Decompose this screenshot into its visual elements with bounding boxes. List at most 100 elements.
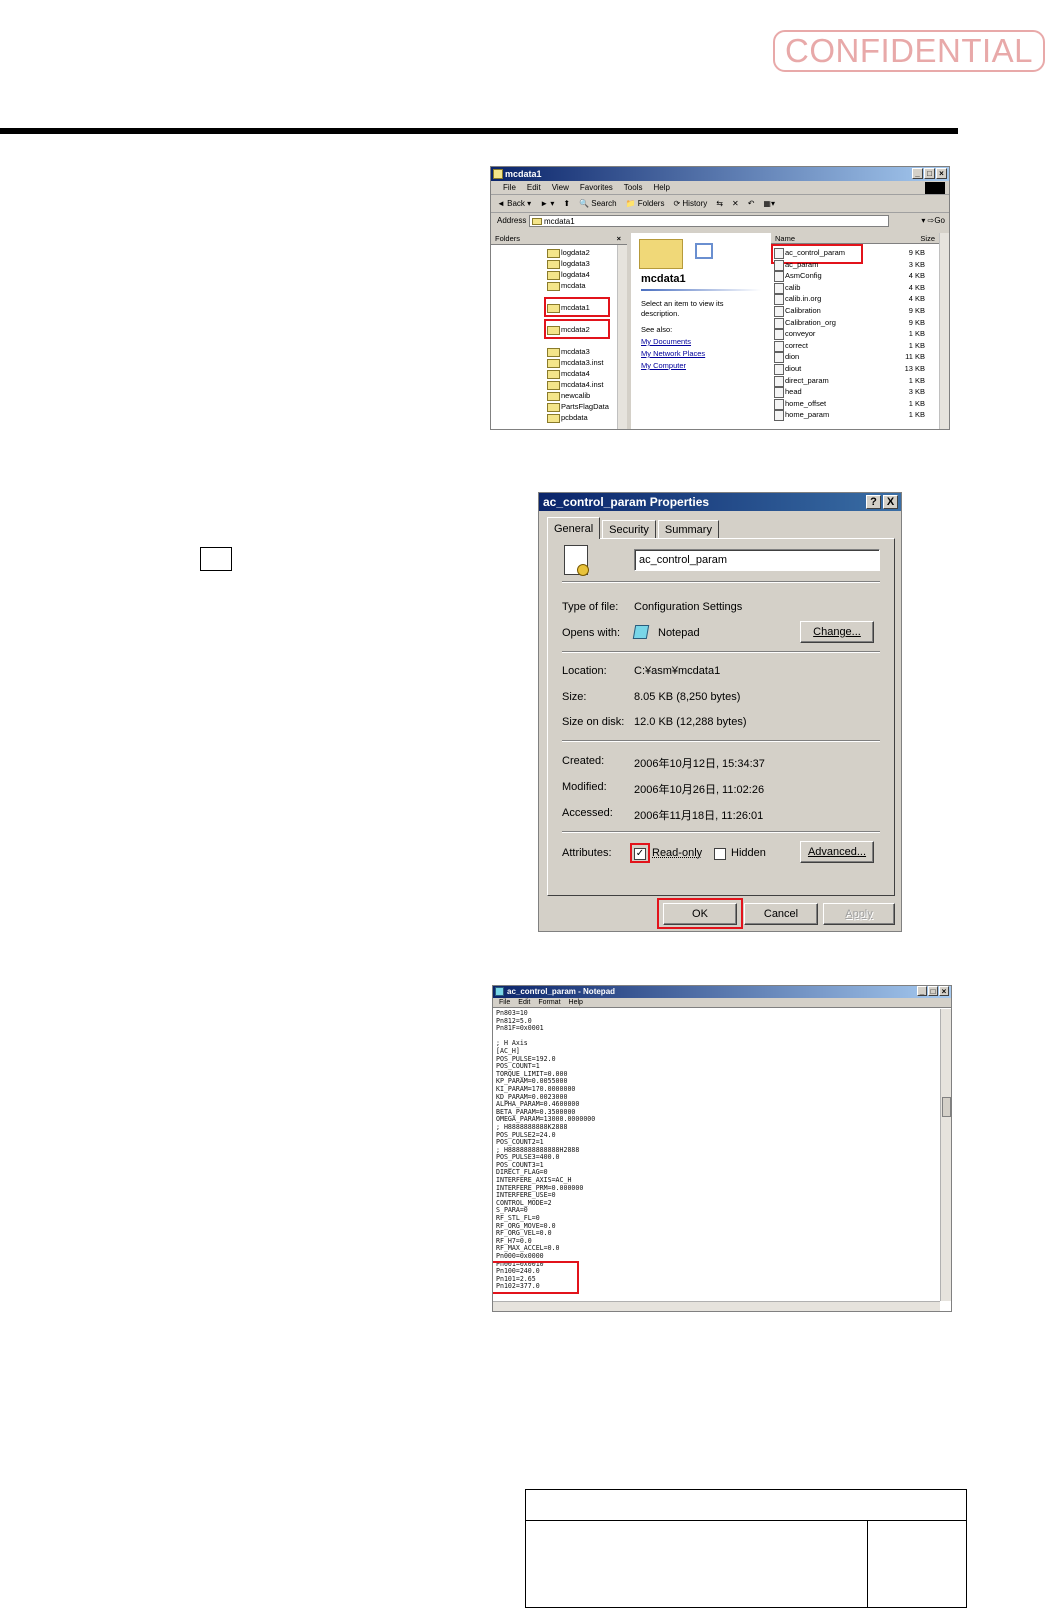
file-row[interactable]: direct_param 1 KB: [773, 375, 925, 387]
close-button[interactable]: ×: [939, 986, 949, 996]
file-size: 3 KB: [908, 387, 925, 397]
close-pane-icon[interactable]: ×: [617, 233, 621, 245]
file-row[interactable]: dion 11 KB: [773, 351, 925, 364]
file-row[interactable]: calib.in.org 4 KB: [773, 293, 925, 306]
menu-edit[interactable]: Edit: [527, 181, 541, 194]
menu-file[interactable]: File: [503, 181, 516, 194]
menu-favorites[interactable]: Favorites: [580, 181, 613, 194]
tree-item[interactable]: mcdata3.inst: [545, 357, 604, 368]
cancel-button[interactable]: Cancel: [744, 903, 818, 925]
search-button[interactable]: 🔍 Search: [579, 195, 617, 212]
folders-label: Folders: [637, 199, 665, 208]
tab-summary[interactable]: Summary: [657, 520, 719, 538]
separator: [562, 651, 880, 653]
apply-button[interactable]: Apply: [823, 903, 895, 925]
separator: [562, 831, 880, 833]
read-only-label[interactable]: Read-only: [652, 847, 702, 859]
up-folder-icon[interactable]: ⬆: [563, 195, 570, 212]
link-my-documents[interactable]: My Documents: [641, 337, 691, 346]
menu-format[interactable]: Format: [538, 998, 560, 1007]
file-row[interactable]: conveyor 1 KB: [773, 328, 925, 341]
hidden-checkbox[interactable]: [714, 848, 726, 860]
address-label: Address: [497, 216, 527, 225]
see-also-label: See also:: [641, 325, 673, 334]
webview-description: Select an item to view its description.: [641, 299, 724, 318]
file-row[interactable]: diout 13 KB: [773, 363, 925, 375]
notepad-text-area[interactable]: Pn803=10 Pn812=5.0 Pn81F=0x0001 ; H Axis [AC…: [496, 1010, 937, 1301]
undo-icon[interactable]: ↶: [748, 195, 755, 212]
content-pane: mcdata1 Select an item to view its descr…: [631, 233, 949, 429]
file-name: diout: [785, 364, 802, 373]
webview-title: mcdata1: [641, 273, 686, 285]
link-my-network-places[interactable]: My Network Places: [641, 349, 705, 358]
config-file-icon: [564, 545, 589, 576]
scroll-thumb[interactable]: [942, 1097, 951, 1117]
history-button[interactable]: ⟳ History: [673, 195, 707, 212]
tree-item[interactable]: pcbdata: [545, 412, 588, 423]
maximize-button[interactable]: □: [928, 986, 938, 996]
change-button[interactable]: Change...: [800, 621, 874, 643]
help-button[interactable]: ?: [866, 495, 881, 509]
close-button[interactable]: ×: [936, 168, 947, 179]
file-row[interactable]: ac_control_param 9 KB: [773, 247, 925, 259]
menu-help[interactable]: Help: [569, 998, 583, 1007]
horizontal-scrollbar[interactable]: [493, 1301, 940, 1311]
file-row[interactable]: correct 1 KB: [773, 340, 925, 352]
tree-item[interactable]: logdata4: [545, 269, 590, 280]
tree-item[interactable]: mcdata4: [545, 368, 590, 379]
general-panel: ac_control_param Type of file: Configura…: [547, 538, 895, 896]
menu-file[interactable]: File: [499, 998, 510, 1007]
notepad-icon: [495, 987, 504, 996]
tab-security[interactable]: Security: [602, 520, 656, 538]
address-input[interactable]: mcdata1: [529, 215, 889, 227]
views-icon[interactable]: ▦▾: [763, 195, 775, 212]
file-row[interactable]: home_offset 1 KB: [773, 398, 925, 410]
file-row[interactable]: Calibration 9 KB: [773, 305, 925, 317]
header-rule: [0, 128, 958, 134]
minimize-button[interactable]: _: [912, 168, 923, 179]
menu-tools[interactable]: Tools: [624, 181, 643, 194]
file-row[interactable]: ac_param 3 KB: [773, 259, 925, 271]
close-button[interactable]: X: [883, 495, 898, 509]
type-label: Type of file:: [562, 601, 619, 613]
size-value: 8.05 KB (8,250 bytes): [634, 691, 741, 703]
tree-item[interactable]: mcdata3: [545, 346, 590, 357]
file-row[interactable]: head 3 KB: [773, 386, 925, 399]
text-line: RF_H7=0.0: [496, 1236, 532, 1245]
menu-edit[interactable]: Edit: [518, 998, 530, 1007]
filename-field[interactable]: ac_control_param: [634, 549, 880, 571]
text-line: RF_ORG_VEL=0.0: [496, 1229, 552, 1238]
minimize-button[interactable]: _: [917, 986, 927, 996]
folders-scrollbar[interactable]: [617, 245, 627, 429]
tree-item[interactable]: PartsFlagData: [545, 401, 609, 412]
delete-icon[interactable]: ✕: [732, 195, 739, 212]
text-line: ; H Axis: [496, 1039, 528, 1048]
file-scrollbar[interactable]: [939, 233, 949, 429]
link-my-computer[interactable]: My Computer: [641, 361, 686, 370]
advanced-button[interactable]: Advanced...: [800, 841, 874, 863]
back-button[interactable]: ◄ Back ▾: [497, 195, 531, 212]
separator: [562, 581, 880, 583]
tree-item[interactable]: mcdata4.inst: [545, 379, 604, 390]
maximize-button[interactable]: □: [924, 168, 935, 179]
menu-help[interactable]: Help: [653, 181, 669, 194]
tab-general[interactable]: General: [547, 517, 601, 539]
file-row[interactable]: home_param 1 KB: [773, 409, 925, 422]
forward-button[interactable]: ► ▾: [540, 195, 554, 212]
move-to-icon[interactable]: ⇆: [716, 195, 723, 212]
column-name[interactable]: Name: [775, 234, 795, 243]
hidden-label[interactable]: Hidden: [731, 847, 766, 859]
tree-item[interactable]: logdata2: [545, 247, 590, 258]
tree-item[interactable]: newcalib: [545, 390, 590, 401]
tree-item[interactable]: logdata3: [545, 258, 590, 269]
column-size[interactable]: Size: [920, 233, 935, 244]
file-size: 9 KB: [908, 248, 925, 257]
file-row[interactable]: calib 4 KB: [773, 282, 925, 294]
menu-view[interactable]: View: [552, 181, 569, 194]
file-row[interactable]: AsmConfig 4 KB: [773, 270, 925, 283]
tree-item[interactable]: mcdata: [545, 280, 586, 291]
go-button[interactable]: ▾ ⇨Go: [921, 213, 945, 229]
folders-button[interactable]: 📁 Folders: [626, 195, 665, 212]
vertical-scrollbar[interactable]: [940, 1009, 951, 1301]
file-row[interactable]: Calibration_org 9 KB: [773, 317, 925, 329]
